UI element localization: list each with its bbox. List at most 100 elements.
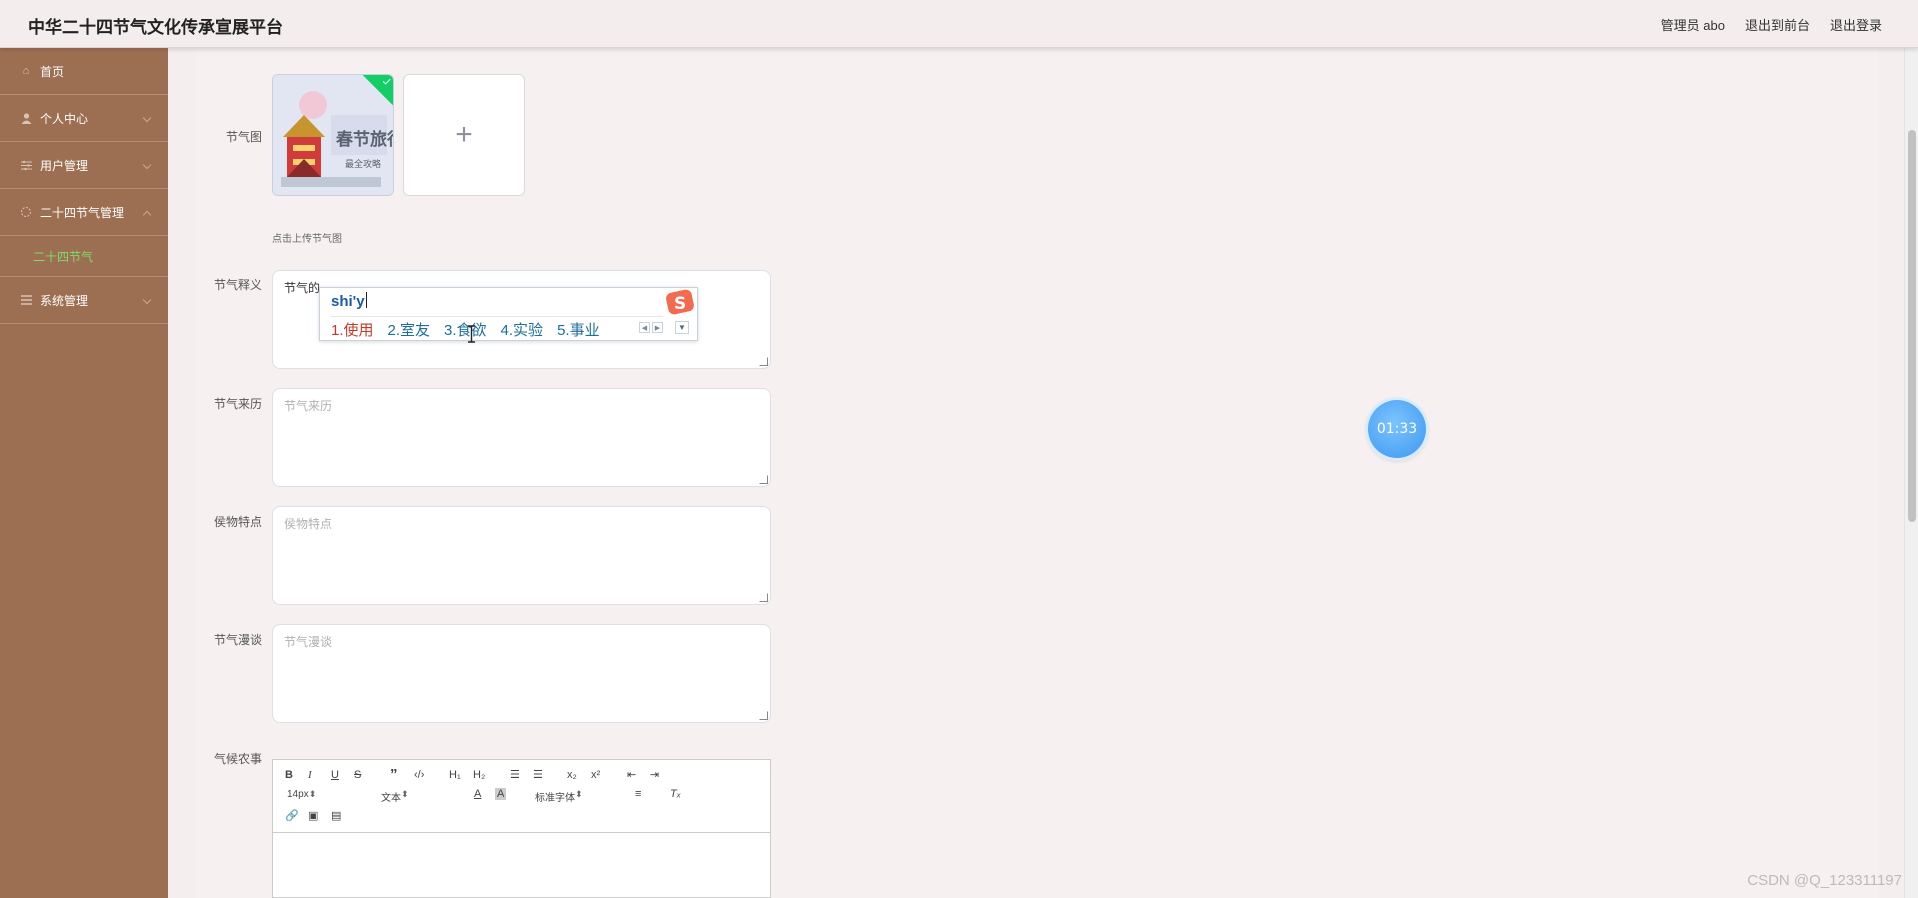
sidebar-item-label: 二十四节气管理 [40,205,125,220]
sidebar-item-system[interactable]: 系统管理 [0,277,168,324]
exit-to-front-link[interactable]: 退出到前台 [1745,15,1810,34]
meaning-label: 节气释义 [213,278,262,292]
resize-handle-icon[interactable] [759,593,768,602]
sidebar: ⌂ 首页 个人中心 用户管理 二十四节气管理 二十四节气 系统管理 [0,48,168,898]
ime-candidate[interactable]: 4.实验 [501,319,544,340]
floating-timer[interactable]: 01:33 [1368,400,1426,458]
image-icon[interactable]: ▣ [308,809,318,822]
upload-hint: 点击上传节气图 [272,234,342,245]
watermark: CSDN @Q_123311197 [1747,872,1902,889]
underline-icon[interactable]: U [331,769,339,781]
ordered-list-icon[interactable]: ☰ [510,768,520,781]
sidebar-item-users[interactable]: 用户管理 [0,142,168,189]
chevron-down-icon [142,295,152,305]
logout-link[interactable]: 退出登录 [1830,15,1882,34]
align-icon[interactable]: ≡ [635,788,641,800]
font-family-value: 标准字体 [535,793,575,804]
ime-expand-icon[interactable]: ▼ [675,321,689,334]
thumbnail-subtitle: 最全攻略 [345,158,381,170]
talk-textarea[interactable]: 节气漫谈 [272,624,771,723]
block-type-select[interactable]: 文本 [381,789,451,804]
ime-candidate[interactable]: 3.食欲 [444,319,487,340]
bold-icon[interactable]: B [285,769,293,781]
svg-text:S: S [674,294,686,314]
block-type-value: 文本 [381,793,401,804]
meaning-text: 节气的 [284,281,321,295]
ime-composition: shi'y [331,293,365,310]
origin-label: 节气来历 [213,397,262,411]
uploaded-image-thumbnail[interactable]: 春节旅行 最全攻略 [272,74,394,196]
talk-placeholder: 节气漫谈 [284,635,333,649]
editor-content-area[interactable] [273,833,770,898]
sidebar-item-label: 用户管理 [40,158,89,173]
thumbnail-illustration: 春节旅行 最全攻略 [273,75,394,195]
users-icon [20,159,32,171]
phenology-placeholder: 侯物特点 [284,517,333,531]
link-icon[interactable]: 🔗 [285,809,299,822]
ime-candidate[interactable]: 1.使用 [331,319,374,340]
subscript-icon[interactable]: x₂ [567,769,577,781]
talk-label: 节气漫谈 [213,633,262,647]
top-bar: 中华二十四节气文化传承宣展平台 管理员 abo 退出到前台 退出登录 [0,0,1918,48]
sidebar-subitem-label: 二十四节气 [33,249,94,264]
indent-icon[interactable]: ⇥ [650,768,659,781]
image-label: 节气图 [225,130,262,144]
chevron-down-icon [142,160,152,170]
sidebar-item-home[interactable]: ⌂ 首页 [0,48,168,95]
ime-candidate[interactable]: 5.事业 [557,319,600,340]
superscript-icon[interactable]: x² [591,769,600,781]
plus-icon: + [455,118,473,151]
phenology-label: 侯物特点 [213,515,262,529]
font-family-select[interactable]: 标准字体 [535,789,615,804]
origin-placeholder: 节气来历 [284,399,333,413]
ime-next-page-icon[interactable]: ▶ [652,322,663,333]
timer-text: 01:33 [1376,421,1418,437]
farming-label: 气候农事 [213,752,262,766]
sun-icon [20,206,32,218]
resize-handle-icon[interactable] [759,475,768,484]
clear-format-icon[interactable]: Tₓ [670,788,681,800]
chevron-up-icon [142,210,152,220]
ime-candidate[interactable]: 2.室友 [388,319,431,340]
sidebar-item-label: 系统管理 [40,293,89,308]
ime-prev-page-icon[interactable]: ◀ [639,322,650,333]
app-title: 中华二十四节气文化传承宣展平台 [28,18,283,37]
outdent-icon[interactable]: ⇤ [627,768,636,781]
menu-icon [20,294,32,306]
origin-textarea[interactable]: 节气来历 [272,388,771,487]
thumbnail-title: 春节旅行 [336,129,394,150]
code-block-icon[interactable]: ‹/› [414,769,424,781]
sidebar-item-label: 首页 [40,64,65,79]
ime-candidate-window: shi'y 1.使用 2.室友 3.食欲 4.实验 5.事业 S ◀ ▶ ▼ [319,287,698,341]
upload-add-button[interactable]: + [403,74,525,196]
sidebar-item-label: 个人中心 [40,111,89,126]
sogou-logo-icon: S [666,289,694,315]
sidebar-subitem-solar-terms[interactable]: 二十四节气 [0,236,168,277]
user-icon [20,112,32,124]
italic-icon[interactable]: I [308,769,312,781]
sidebar-item-profile[interactable]: 个人中心 [0,95,168,142]
font-size-select[interactable]: 14px [287,789,357,800]
top-links: 管理员 abo 退出到前台 退出登录 [1661,15,1882,34]
vertical-scrollbar[interactable] [1904,48,1918,898]
scrollbar-thumb[interactable] [1908,130,1916,522]
strikethrough-icon[interactable]: S [354,769,361,781]
header-2-icon[interactable]: H₂ [473,769,485,781]
bullet-list-icon[interactable]: ☰ [533,768,543,781]
sidebar-item-solar-terms-mgmt[interactable]: 二十四节气管理 [0,189,168,236]
resize-handle-icon[interactable] [759,357,768,366]
chevron-down-icon [142,113,152,123]
font-size-value: 14px [287,789,309,800]
blockquote-icon[interactable]: ” [390,766,398,783]
rich-text-editor: B I U S ” ‹/› H₁ H₂ ☰ ☰ x₂ x² ⇤ ⇥ 14px 文… [272,759,771,898]
background-color-icon[interactable]: A [495,788,507,800]
home-icon: ⌂ [22,65,30,77]
ime-pager: ◀ ▶ [639,322,663,333]
phenology-textarea[interactable]: 侯物特点 [272,506,771,605]
resize-handle-icon[interactable] [759,711,768,720]
font-color-icon[interactable]: A [474,788,481,800]
video-icon[interactable]: ▤ [331,809,341,822]
admin-user-label: 管理员 abo [1660,18,1725,33]
header-1-icon[interactable]: H₁ [449,769,461,781]
ime-candidate-list: 1.使用 2.室友 3.食欲 4.实验 5.事业 [331,319,600,340]
